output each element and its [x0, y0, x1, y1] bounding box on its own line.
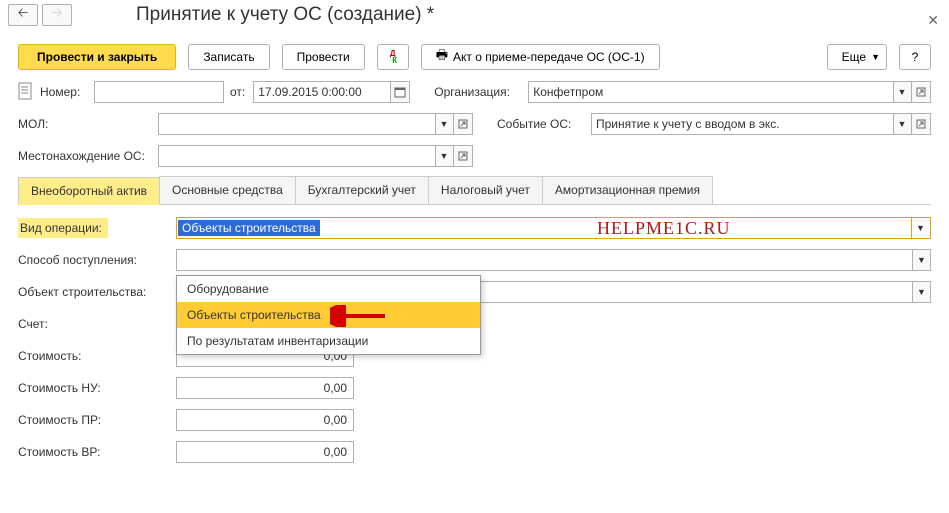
cost-pr-label: Стоимость ПР:: [18, 413, 176, 427]
help-button[interactable]: ?: [899, 44, 931, 70]
tab-bar: Внеоборотный актив Основные средства Бух…: [18, 176, 931, 205]
mol-label: МОЛ:: [18, 117, 158, 131]
location-input[interactable]: [158, 145, 436, 167]
cost-pr-input[interactable]: 0,00: [176, 409, 354, 431]
debit-credit-icon: ДК: [388, 50, 397, 64]
watermark: HELPME1C.RU: [597, 218, 731, 239]
location-open-button[interactable]: [453, 145, 473, 167]
org-label: Организация:: [434, 85, 528, 99]
date-from-label: от:: [230, 85, 245, 99]
op-type-label: Вид операции:: [18, 221, 176, 235]
printer-icon: 🖶: [436, 46, 448, 68]
event-open-button[interactable]: [911, 113, 931, 135]
tab-fixed-assets[interactable]: Основные средства: [159, 176, 296, 204]
page-title: Принятие к учету ОС (создание) *: [136, 4, 434, 26]
open-icon: [458, 151, 468, 161]
receipt-method-dropdown-button[interactable]: ▼: [913, 249, 931, 271]
account-label: Счет:: [18, 317, 176, 331]
more-label: Еще: [842, 50, 866, 64]
org-open-button[interactable]: [911, 81, 931, 103]
mol-open-button[interactable]: [453, 113, 473, 135]
event-dropdown-button[interactable]: ▼: [892, 113, 912, 135]
number-label: Номер:: [40, 85, 94, 99]
cost-vr-input[interactable]: 0,00: [176, 441, 354, 463]
print-act-button[interactable]: 🖶 Акт о приеме-передаче ОС (ОС-1): [421, 44, 660, 70]
event-label: Событие ОС:: [497, 117, 591, 131]
cost-nu-input[interactable]: 0,00: [176, 377, 354, 399]
event-input[interactable]: Принятие к учету с вводом в экс.: [591, 113, 894, 135]
number-input[interactable]: [94, 81, 224, 103]
dropdown-item-inventory[interactable]: По результатам инвентаризации: [177, 328, 480, 354]
op-type-combo[interactable]: Объекты строительства HELPME1C.RU ▼: [176, 217, 931, 239]
more-button[interactable]: Еще ▼: [827, 44, 887, 70]
write-button[interactable]: Записать: [188, 44, 269, 70]
cost-vr-label: Стоимость ВР:: [18, 445, 176, 459]
construction-object-dropdown-button[interactable]: ▼: [913, 281, 931, 303]
date-input[interactable]: 17.09.2015 0:00:00: [253, 81, 391, 103]
op-type-value: Объекты строительства: [178, 220, 320, 236]
tab-depreciation-bonus[interactable]: Амортизационная премия: [542, 176, 713, 204]
cost-label: Стоимость:: [18, 349, 176, 363]
calendar-icon: [394, 86, 406, 98]
tab-accounting[interactable]: Бухгалтерский учет: [295, 176, 429, 204]
location-dropdown-button[interactable]: ▼: [434, 145, 454, 167]
register-entries-button[interactable]: ДК: [377, 44, 409, 70]
annotation-arrow-icon: [330, 305, 390, 327]
chevron-down-icon: ▼: [871, 52, 880, 62]
tab-tax[interactable]: Налоговый учет: [428, 176, 543, 204]
date-picker-button[interactable]: [390, 81, 410, 103]
open-icon: [458, 119, 468, 129]
post-and-close-button[interactable]: Провести и закрыть: [18, 44, 176, 70]
mol-dropdown-button[interactable]: ▼: [434, 113, 454, 135]
op-type-dropdown-button[interactable]: ▼: [911, 218, 929, 238]
mol-input[interactable]: [158, 113, 436, 135]
nav-forward-button[interactable]: 🡢: [42, 4, 72, 26]
nav-back-button[interactable]: 🡠: [8, 4, 38, 26]
receipt-method-input[interactable]: [176, 249, 913, 271]
location-label: Местонахождение ОС:: [18, 149, 158, 163]
print-act-label: Акт о приеме-передаче ОС (ОС-1): [453, 50, 645, 64]
dropdown-item-equipment[interactable]: Оборудование: [177, 276, 480, 302]
org-dropdown-button[interactable]: ▼: [892, 81, 912, 103]
open-icon: [916, 87, 926, 97]
tab-noncurrent-asset[interactable]: Внеоборотный актив: [18, 177, 160, 205]
org-input[interactable]: Конфетпром: [528, 81, 894, 103]
construction-object-label: Объект строительства:: [18, 285, 176, 299]
dropdown-item-construction[interactable]: Объекты строительства: [177, 302, 480, 328]
receipt-method-label: Способ поступления:: [18, 253, 176, 267]
cost-nu-label: Стоимость НУ:: [18, 381, 176, 395]
post-button[interactable]: Провести: [282, 44, 365, 70]
document-icon: [18, 82, 40, 103]
open-icon: [916, 119, 926, 129]
op-type-dropdown-list: Оборудование Объекты строительства По ре…: [176, 275, 481, 355]
close-icon[interactable]: ✕: [927, 12, 939, 29]
